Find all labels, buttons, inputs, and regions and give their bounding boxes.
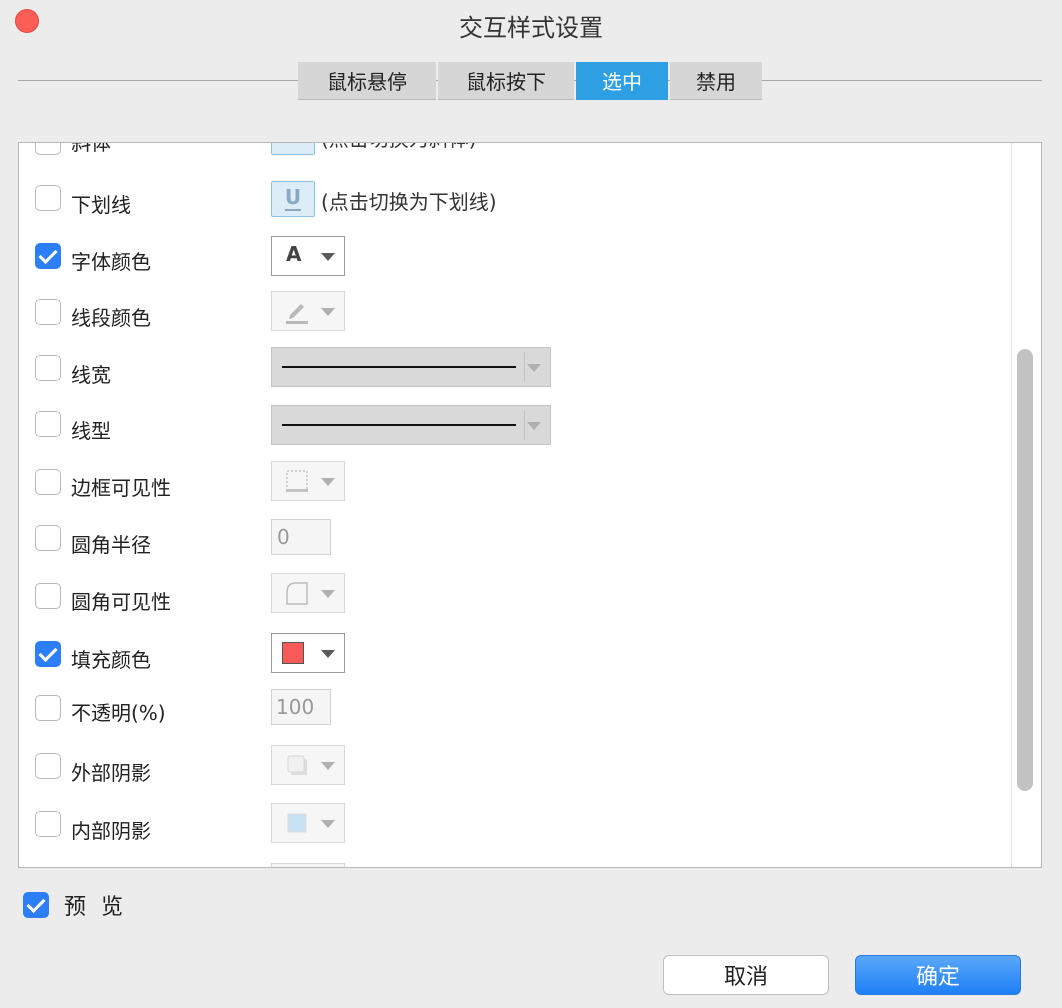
font-color-label: 字体颜色 [71, 250, 151, 274]
opacity-label: 不透明(%) [71, 701, 166, 725]
state-tabs: 鼠标悬停 鼠标按下 选中 禁用 [298, 62, 762, 100]
corner-visibility-dropdown[interactable] [271, 573, 345, 613]
line-width-preview [282, 366, 516, 368]
italic-toggle-button[interactable]: I [271, 143, 315, 155]
font-color-checkbox[interactable] [35, 243, 61, 269]
rounded-corner-icon [286, 582, 308, 605]
underline-label: 下划线 [71, 193, 131, 217]
line-type-preview [282, 424, 516, 426]
chevron-down-icon [321, 478, 335, 486]
corner-radius-checkbox[interactable] [35, 525, 61, 551]
chevron-down-icon [321, 253, 335, 261]
border-visibility-label: 边框可见性 [71, 476, 171, 500]
chevron-down-icon [321, 590, 335, 598]
ok-button[interactable]: 确定 [855, 955, 1021, 995]
inner-shadow-checkbox[interactable] [35, 811, 61, 837]
tab-selected[interactable]: 选中 [576, 62, 668, 100]
pencil-icon [286, 304, 308, 324]
italic-label: 斜体 [71, 142, 111, 155]
underline-icon: U [272, 185, 314, 211]
corner-radius-input[interactable]: 0 [271, 519, 331, 555]
underline-hint: (点击切换为下划线) [321, 190, 497, 214]
font-color-dropdown[interactable]: A [271, 236, 345, 276]
fill-color-swatch [282, 642, 304, 664]
corner-visibility-label: 圆角可见性 [71, 590, 171, 614]
line-color-checkbox[interactable] [35, 299, 61, 325]
tab-disabled[interactable]: 禁用 [670, 62, 762, 100]
line-width-dropdown[interactable] [271, 347, 551, 387]
chevron-down-icon [321, 820, 335, 828]
underline-toggle-button[interactable]: U [271, 181, 315, 217]
outer-shadow-dropdown[interactable] [271, 745, 345, 785]
corner-radius-label: 圆角半径 [71, 533, 151, 557]
scrollbar-thumb[interactable] [1017, 349, 1033, 791]
inner-shadow-dropdown[interactable] [271, 803, 345, 843]
tab-mouse-hover[interactable]: 鼠标悬停 [298, 62, 436, 100]
title-bar: 交互样式设置 [0, 0, 1062, 44]
italic-icon: I [272, 143, 314, 144]
tab-mouse-down[interactable]: 鼠标按下 [438, 62, 574, 100]
corner-visibility-checkbox[interactable] [35, 583, 61, 609]
chevron-down-icon [527, 364, 541, 372]
outer-shadow-icon [287, 755, 307, 775]
inner-shadow-icon [287, 813, 307, 833]
chevron-down-icon [321, 308, 335, 316]
italic-hint: (点击切换为斜体) [321, 143, 477, 152]
window-title: 交互样式设置 [459, 14, 603, 42]
line-color-dropdown[interactable] [271, 291, 345, 331]
border-visibility-checkbox[interactable] [35, 469, 61, 495]
italic-checkbox[interactable] [35, 143, 61, 155]
chevron-down-icon [527, 422, 541, 430]
chevron-down-icon [321, 650, 335, 658]
next-dropdown-partial[interactable] [271, 863, 345, 867]
fill-color-dropdown[interactable] [271, 633, 345, 673]
chevron-down-icon [321, 762, 335, 770]
line-type-dropdown[interactable] [271, 405, 551, 445]
line-width-label: 线宽 [71, 363, 111, 387]
cancel-button[interactable]: 取消 [663, 955, 829, 995]
fill-color-label: 填充颜色 [71, 648, 151, 672]
fill-color-checkbox[interactable] [35, 641, 61, 667]
opacity-input[interactable]: 100 [271, 689, 331, 725]
preview-checkbox[interactable] [23, 892, 49, 918]
font-color-glyph: A [286, 242, 302, 266]
border-visibility-dropdown[interactable] [271, 461, 345, 501]
style-property-list[interactable]: 斜体 I (点击切换为斜体) 下划线 U (点击切换为下划线) 字体颜色 A 线… [18, 142, 1042, 868]
outer-shadow-label: 外部阴影 [71, 761, 151, 785]
outer-shadow-checkbox[interactable] [35, 753, 61, 779]
border-icon [286, 470, 308, 492]
underline-checkbox[interactable] [35, 185, 61, 211]
preview-label: 预 览 [64, 895, 127, 920]
inner-shadow-label: 内部阴影 [71, 819, 151, 843]
line-color-label: 线段颜色 [71, 306, 151, 330]
line-width-checkbox[interactable] [35, 355, 61, 381]
line-type-label: 线型 [71, 419, 111, 443]
line-type-checkbox[interactable] [35, 411, 61, 437]
scroll-track [1011, 143, 1012, 867]
opacity-checkbox[interactable] [35, 695, 61, 721]
